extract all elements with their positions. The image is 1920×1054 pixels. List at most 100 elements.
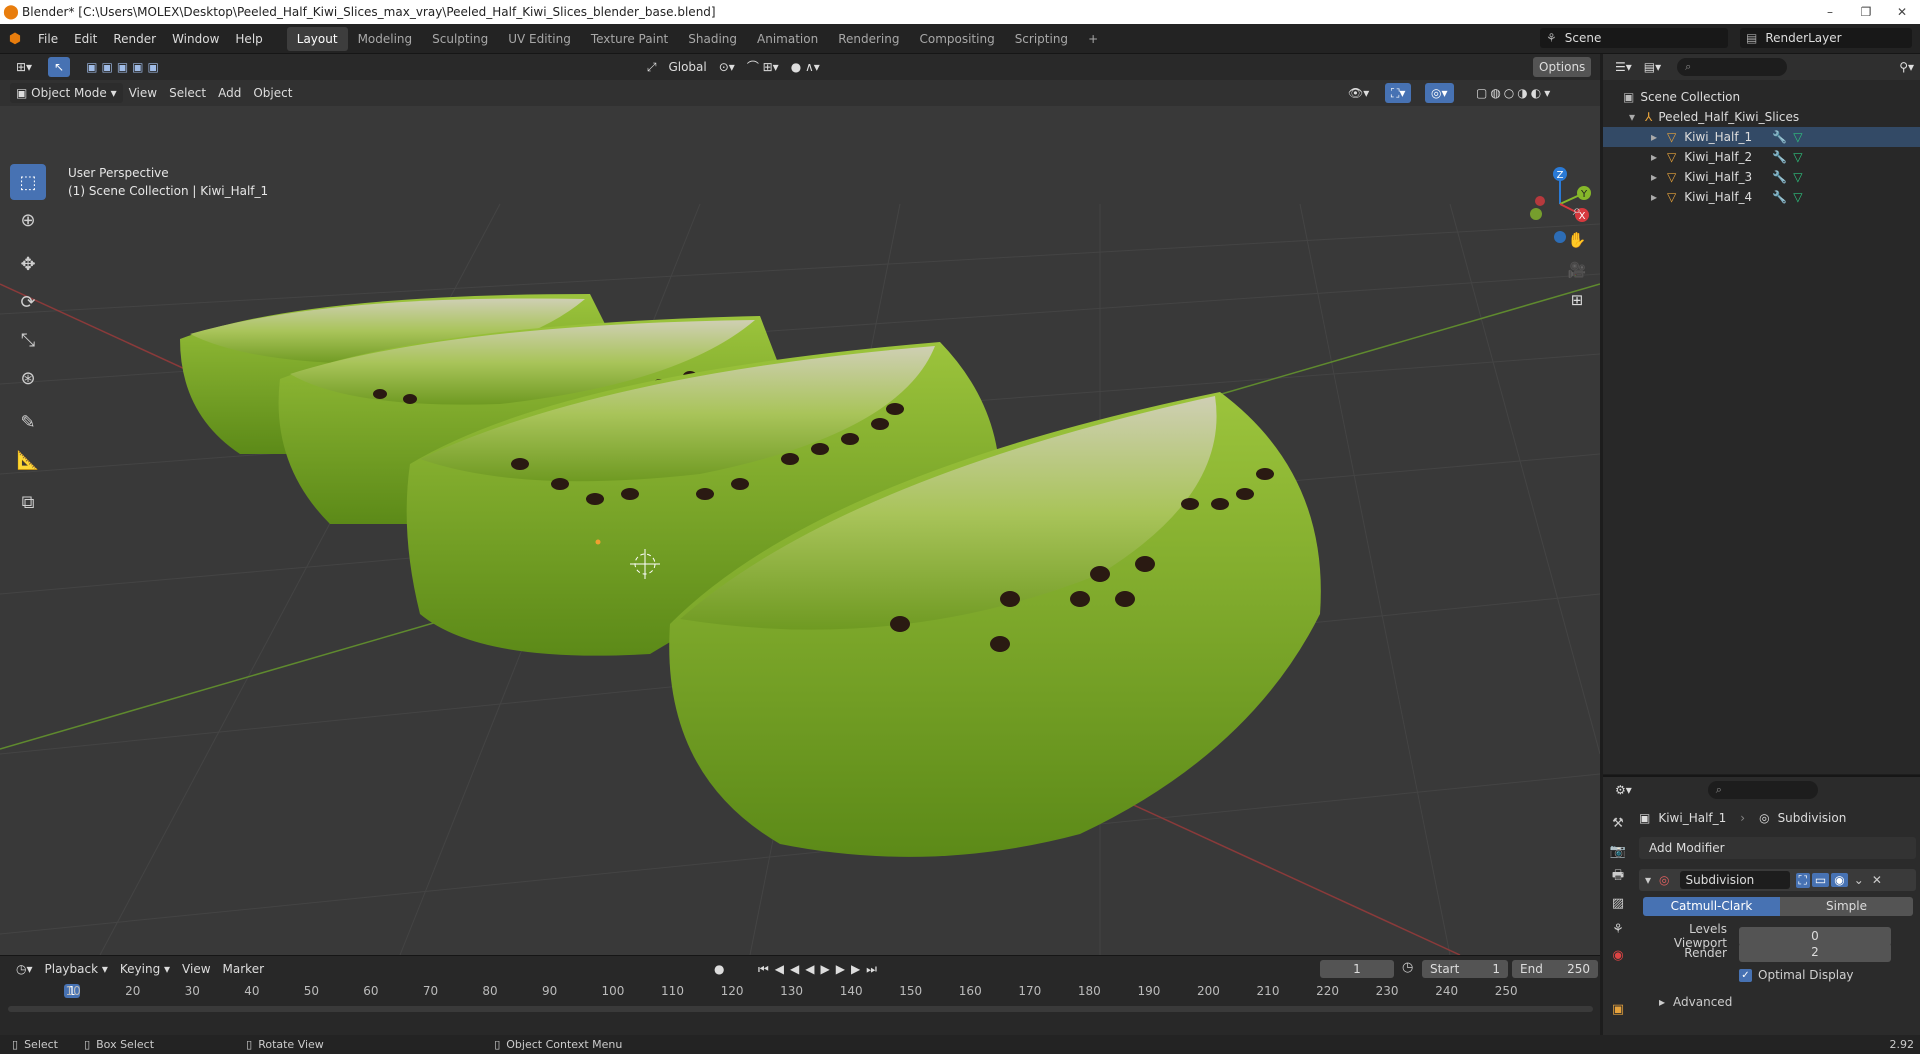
tab-sculpting[interactable]: Sculpting [422,27,498,51]
properties-search-input[interactable]: ⌕ [1707,781,1818,799]
tab-shading[interactable]: Shading [678,27,747,51]
mode-select[interactable]: ▣ Object Mode ▾ [10,83,123,103]
render-toggle-icon[interactable]: ◉ [1831,873,1848,887]
tweak-tool-button[interactable]: ↖ [48,57,71,77]
outliner-scene-collection[interactable]: ▣ Scene Collection [1603,87,1920,107]
3d-viewport[interactable]: ⊞▾ ↖ ▣▣▣▣▣ ⤢ Global ⊙▾ ⌒ ⊞▾ ● ∧▾ Options… [0,54,1600,955]
modifier-wrench-icon[interactable]: 🔧 [1772,130,1787,144]
scale-tool[interactable]: ⤡ [10,322,46,358]
render-levels-field[interactable]: 2 [1739,943,1891,962]
frame-ruler[interactable]: 1 10 20 30 40 50 60 70 80 90 100 110 120 130 140 150 160… [8,984,1593,1030]
camera-icon[interactable]: 🎥 [1563,256,1591,284]
tab-uv-editing[interactable]: UV Editing [498,27,581,51]
start-frame-field[interactable]: Start 1 [1422,960,1508,978]
rotate-tool[interactable]: ⟳ [10,284,46,320]
viewport-menu-add[interactable]: Add [212,83,247,103]
tab-modeling[interactable]: Modeling [348,27,423,51]
collapse-arrow-icon[interactable]: ▾ [1645,873,1651,887]
modifier-wrench-icon[interactable]: 🔧 [1772,150,1787,164]
add-workspace-button[interactable]: + [1078,27,1108,51]
menu-render[interactable]: Render [105,24,164,54]
expand-arrow-icon[interactable]: ▸ [1651,150,1657,164]
shading-mode-buttons[interactable]: ▢◍○◑◐▾ [1470,83,1559,103]
timeline-menu-playback[interactable]: Playback ▾ [39,959,114,979]
minimize-button[interactable]: – [1812,0,1848,24]
timeline-menu-marker[interactable]: Marker [217,959,270,979]
tab-texture-paint[interactable]: Texture Paint [581,27,678,51]
mesh-data-icon[interactable]: ▽ [1793,170,1802,184]
annotate-tool[interactable]: ✎ [10,404,46,440]
current-frame-field[interactable]: 1 [1320,960,1394,978]
pivot-point-button[interactable]: ⊙▾ [713,57,741,77]
simple-button[interactable]: Simple [1780,897,1913,916]
transform-orientation-select[interactable]: Global [662,57,712,77]
ortho-grid-icon[interactable]: ⊞ [1563,286,1591,314]
outliner-collection[interactable]: ▾ ⅄ Peeled_Half_Kiwi_Slices [1603,107,1920,127]
selection-mode-buttons[interactable]: ▣▣▣▣▣ [80,57,169,77]
advanced-subpanel[interactable]: ▸ Advanced [1659,995,1732,1009]
move-tool[interactable]: ✥ [10,246,46,282]
visibility-button[interactable]: 👁▾ [1342,83,1375,103]
mesh-data-icon[interactable]: ▽ [1793,150,1802,164]
view-layer-tab-icon[interactable]: ▨ [1607,892,1629,914]
outliner-object-row[interactable]: ▸ ▽ Kiwi_Half_1 🔧 ▽ [1603,127,1920,147]
menu-help[interactable]: Help [227,24,270,54]
auto-keying-icon[interactable]: ● [708,959,730,979]
scene-properties-tab-icon[interactable]: ⚘ [1607,918,1629,940]
gizmo-toggle-button[interactable]: ⛶▾ [1385,83,1412,103]
editor-type-button[interactable]: ⊞▾ [10,57,38,77]
modifier-wrench-icon[interactable]: 🔧 [1772,170,1787,184]
properties-editor-type-button[interactable]: ⚙▾ [1609,780,1638,800]
modifier-name-field[interactable]: Subdivision [1679,871,1790,889]
outliner-object-row[interactable]: ▸ ▽ Kiwi_Half_3 🔧 ▽ [1603,167,1920,187]
expand-arrow-icon[interactable]: ▸ [1651,190,1657,204]
cursor-tool[interactable]: ⊕ [10,202,46,238]
select-box-tool[interactable]: ⬚ [10,164,46,200]
outliner-object-row[interactable]: ▸ ▽ Kiwi_Half_2 🔧 ▽ [1603,147,1920,167]
tool-properties-tab-icon[interactable]: ⚒ [1607,812,1629,834]
add-cube-tool[interactable]: ⧉ [10,484,46,520]
modifier-menu-chevron-icon[interactable]: ⌄ [1854,873,1864,887]
timeline-scrollbar[interactable] [8,1006,1593,1012]
add-modifier-button[interactable]: Add Modifier [1639,837,1916,859]
playback-controls[interactable]: ⏮◀◀◀▶▶▶⏭ [752,959,889,979]
close-button[interactable]: ✕ [1884,0,1920,24]
viewport-menu-select[interactable]: Select [163,83,212,103]
render-layer-selector[interactable]: ▤ RenderLayer [1740,28,1912,48]
world-properties-tab-icon[interactable]: ◉ [1607,944,1629,966]
snapping-button[interactable]: ⌒ ⊞▾ [741,57,785,77]
proportional-editing-button[interactable]: ● ∧▾ [785,57,826,77]
remove-modifier-icon[interactable]: ✕ [1872,873,1882,887]
zoom-icon[interactable]: ⌕ [1563,196,1591,224]
restore-button[interactable]: ❐ [1848,0,1884,24]
viewport-menu-view[interactable]: View [123,83,163,103]
menu-window[interactable]: Window [164,24,227,54]
expand-arrow-icon[interactable]: ▾ [1629,110,1635,124]
mesh-data-icon[interactable]: ▽ [1793,190,1802,204]
timeline-menu-keying[interactable]: Keying ▾ [114,959,176,979]
outliner-search-input[interactable]: ⌕ [1677,58,1788,76]
measure-tool[interactable]: 📐 [10,442,46,478]
expand-arrow-icon[interactable]: ▸ [1651,170,1657,184]
tab-rendering[interactable]: Rendering [828,27,909,51]
output-properties-tab-icon[interactable]: 🖶 [1607,866,1629,888]
filter-icon[interactable]: ⚲▾ [1893,57,1920,77]
display-mode-button[interactable]: ▤▾ [1638,57,1667,77]
optimal-display-checkbox[interactable]: ✓ [1739,968,1752,982]
expand-arrow-icon[interactable]: ▸ [1651,130,1657,144]
modifier-wrench-icon[interactable]: 🔧 [1772,190,1787,204]
tab-animation[interactable]: Animation [747,27,828,51]
menu-file[interactable]: File [30,24,66,54]
viewport-toggle-icon[interactable]: ▭ [1811,873,1830,887]
blender-menu-icon[interactable]: ⬢ [0,31,30,47]
transform-tool[interactable]: ⊛ [10,360,46,396]
outliner-object-row[interactable]: ▸ ▽ Kiwi_Half_4 🔧 ▽ [1603,187,1920,207]
render-properties-tab-icon[interactable]: 📷 [1607,840,1629,862]
object-properties-tab-icon[interactable]: ▣ [1607,998,1629,1020]
timeline-editor-type-button[interactable]: ◷▾ [10,959,39,979]
outliner-editor-type-button[interactable]: ☰▾ [1609,57,1638,77]
scene-selector[interactable]: ⚘ Scene [1540,28,1728,48]
pan-hand-icon[interactable]: ✋ [1563,226,1591,254]
timeline-menu-view[interactable]: View [176,959,216,979]
tab-scripting[interactable]: Scripting [1005,27,1078,51]
